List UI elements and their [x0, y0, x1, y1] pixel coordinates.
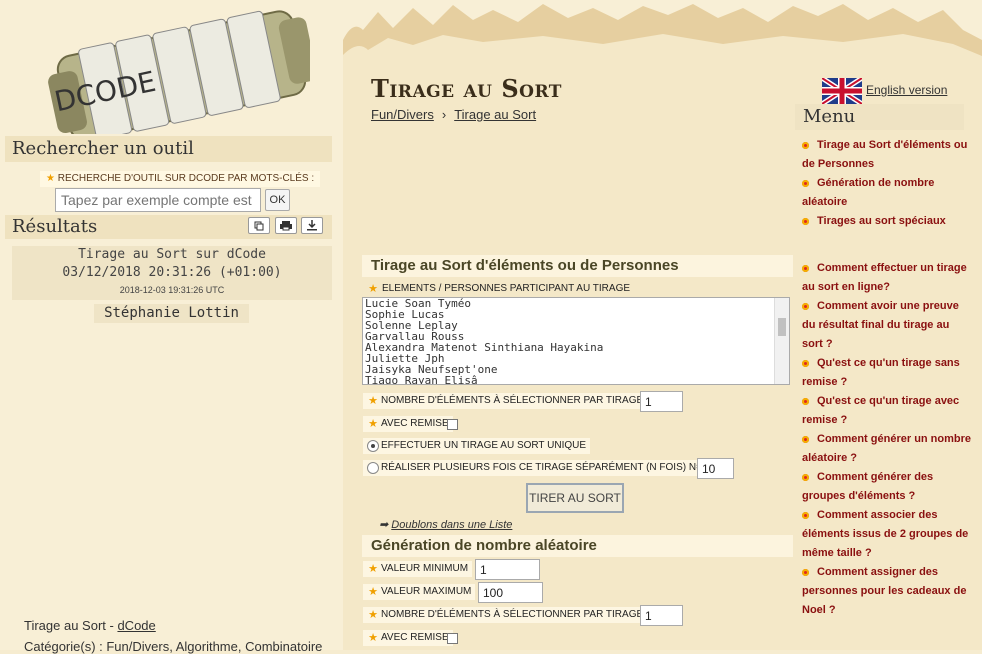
participants-label: ELEMENTS / PERSONNES PARTICIPANT AU TIRA… — [382, 283, 631, 294]
menu-item-label: Tirages au sort spéciaux — [817, 215, 946, 227]
search-label: ★ RECHERCHE D'OUTIL SUR DCODE PAR MOTS-C… — [40, 171, 321, 187]
replace-checkbox[interactable] — [447, 419, 458, 430]
star-icon: ★ — [368, 395, 378, 407]
multi-draw-radio[interactable] — [367, 462, 379, 474]
footer-dcode-link[interactable]: dCode — [117, 618, 155, 633]
print-button[interactable] — [275, 217, 297, 234]
draw-section-heading: Tirage au Sort d'éléments ou de Personne… — [362, 255, 793, 277]
breadcrumb: Fun/Divers › Tirage au Sort — [371, 107, 536, 122]
search-section-title: Rechercher un outil — [5, 136, 332, 162]
torn-paper-edge — [343, 0, 982, 80]
download-icon — [307, 220, 317, 231]
bullet-icon — [802, 569, 809, 576]
footer-prefix: Tirage au Sort - — [24, 618, 118, 633]
download-button[interactable] — [301, 217, 323, 234]
duplicates-link[interactable]: ➡ Doublons dans une Liste — [379, 518, 512, 531]
breadcrumb-separator: › — [441, 107, 447, 122]
breadcrumb-tirage[interactable]: Tirage au Sort — [454, 107, 536, 122]
count-input[interactable] — [640, 391, 683, 412]
random-section-heading: Génération de nombre aléatoire — [362, 535, 793, 557]
textarea-scrollbar[interactable] — [774, 298, 789, 384]
count-label: NOMBRE D'ÉLÉMENTS À SÉLECTIONNER PAR TIR… — [363, 393, 648, 409]
result-pick: Stéphanie Lottin — [94, 304, 249, 323]
menu-item-label: Tirage au Sort d'éléments ou de Personne… — [802, 139, 968, 170]
english-version-text: English version — [866, 83, 948, 97]
bullet-icon — [802, 436, 809, 443]
breadcrumb-fun-divers[interactable]: Fun/Divers — [371, 107, 434, 122]
star-icon: ★ — [46, 173, 55, 184]
left-sidebar: DCODE Rechercher un outil ★ RECHERCHE D'… — [0, 0, 343, 654]
bullet-icon — [802, 218, 809, 225]
star-icon: ★ — [368, 609, 378, 621]
print-icon — [280, 221, 292, 231]
bullet-icon — [802, 398, 809, 405]
bullet-icon — [802, 474, 809, 481]
menu-item[interactable]: Tirages au sort spéciaux — [802, 212, 972, 231]
menu-title: Menu — [795, 104, 964, 130]
menu-item[interactable]: Comment générer des groupes d'éléments ? — [802, 468, 972, 506]
english-version-link[interactable]: English version — [822, 78, 947, 106]
bullet-icon — [802, 360, 809, 367]
menu-item[interactable]: Comment effectuer un tirage au sort en l… — [802, 259, 972, 297]
multi-draw-label: RÉALISER PLUSIEURS FOIS CE TIRAGE SÉPARÉ… — [363, 460, 706, 476]
menu-item-label: Comment générer un nombre aléatoire ? — [802, 433, 972, 464]
search-input[interactable] — [55, 188, 261, 212]
bullet-icon — [802, 512, 809, 519]
arrow-icon: ➡ — [379, 519, 389, 531]
star-icon: ★ — [368, 586, 378, 598]
menu-item[interactable]: Comment avoir une preuve du résultat fin… — [802, 297, 972, 354]
menu-item-label: Comment effectuer un tirage au sort en l… — [802, 262, 967, 293]
rand-count-input[interactable] — [640, 605, 683, 626]
footer-line: Tirage au Sort - dCode — [24, 618, 156, 633]
rand-replace-checkbox[interactable] — [447, 633, 458, 644]
menu-item[interactable]: Qu'est ce qu'un tirage sans remise ? — [802, 354, 972, 392]
bullet-icon — [802, 265, 809, 272]
bullet-icon — [802, 142, 809, 149]
star-icon: ★ — [368, 632, 378, 644]
draw-button[interactable]: TIRER AU SORT — [526, 483, 624, 513]
dcode-logo[interactable]: DCODE — [40, 4, 310, 134]
menu-item-label: Comment générer des groupes d'éléments ? — [802, 471, 934, 502]
uk-flag-icon — [822, 78, 862, 104]
result-title: Tirage au Sort sur dCode — [78, 247, 266, 262]
page-title: Tirage au Sort — [371, 74, 562, 103]
bullet-icon — [802, 180, 809, 187]
star-icon: ★ — [368, 283, 378, 295]
copy-icon — [254, 221, 264, 231]
menu-item[interactable]: Comment associer des éléments issus de 2… — [802, 506, 972, 563]
scrollbar-thumb[interactable] — [778, 318, 786, 336]
result-box: Tirage au Sort sur dCode 03/12/2018 20:3… — [12, 246, 332, 300]
footer-categories: Catégorie(s) : Fun/Divers, Algorithme, C… — [24, 639, 323, 654]
duplicates-link-text: Doublons dans une Liste — [391, 519, 513, 531]
min-input[interactable] — [475, 559, 540, 580]
participants-textarea[interactable]: Lucie Soan Tyméo Sophie Lucas Solenne Le… — [362, 297, 790, 385]
menu-item-label: Comment associer des éléments issus de 2… — [802, 509, 969, 559]
menu-item-label: Comment avoir une preuve du résultat fin… — [802, 300, 959, 350]
single-draw-label: EFFECTUER UN TIRAGE AU SORT UNIQUE — [363, 438, 591, 454]
menu-item[interactable]: Génération de nombre aléatoire — [802, 174, 972, 212]
multi-count-input[interactable] — [697, 458, 734, 479]
menu-item-label: Génération de nombre aléatoire — [802, 177, 935, 208]
bullet-icon — [802, 303, 809, 310]
copy-button[interactable] — [248, 217, 270, 234]
star-icon: ★ — [368, 418, 378, 430]
participant-line: Tiago Rayan Elisâ — [365, 374, 478, 385]
menu-item-label: Qu'est ce qu'un tirage sans remise ? — [802, 357, 960, 388]
menu-item-label: Comment assigner des personnes pour les … — [802, 566, 967, 616]
single-draw-radio[interactable] — [367, 440, 379, 452]
menu-item[interactable]: Qu'est ce qu'un tirage avec remise ? — [802, 392, 972, 430]
search-ok-button[interactable]: OK — [265, 189, 290, 211]
menu-item-label: Qu'est ce qu'un tirage avec remise ? — [802, 395, 960, 426]
right-menu: Menu Tirage au Sort d'éléments ou de Per… — [795, 104, 975, 650]
search-label-text: RECHERCHE D'OUTIL SUR DCODE PAR MOTS-CLÉ… — [57, 173, 315, 184]
rand-count-label: NOMBRE D'ÉLÉMENTS À SÉLECTIONNER PAR TIR… — [363, 607, 648, 623]
result-utc: 2018-12-03 19:31:26 UTC — [119, 285, 225, 295]
result-datetime: 03/12/2018 20:31:26 (+01:00) — [62, 265, 282, 280]
menu-item[interactable]: Tirage au Sort d'éléments ou de Personne… — [802, 136, 972, 174]
menu-item[interactable]: Comment assigner des personnes pour les … — [802, 563, 972, 620]
star-icon: ★ — [368, 563, 378, 575]
max-input[interactable] — [478, 582, 543, 603]
menu-item[interactable]: Comment générer un nombre aléatoire ? — [802, 430, 972, 468]
